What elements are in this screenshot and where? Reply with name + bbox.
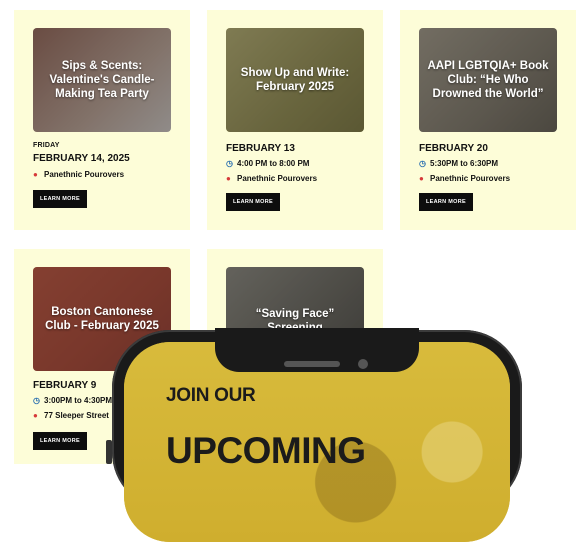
map-pin-icon: ● (33, 411, 38, 420)
phone-speaker (284, 361, 340, 367)
learn-more-button[interactable]: LEARN MORE (33, 190, 87, 208)
event-thumbnail[interactable]: Sips & Scents: Valentine's Candle-Making… (33, 28, 171, 132)
event-time: ◷ 5:30PM to 6:30PM (419, 159, 498, 168)
map-pin-icon: ● (226, 174, 231, 183)
learn-more-button[interactable]: LEARN MORE (419, 193, 473, 211)
event-location: ● Panethnic Pourovers (226, 174, 317, 183)
event-location-text: Panethnic Pourovers (237, 174, 318, 183)
event-day: FRIDAY (33, 142, 60, 149)
event-date: FEBRUARY 20 (419, 143, 488, 154)
clock-icon: ◷ (33, 396, 40, 405)
event-card: AAPI LGBTQIA+ Book Club: “He Who Drowned… (400, 10, 576, 230)
event-location-text: Panethnic Pourovers (430, 174, 511, 183)
event-time-text: 4:00 PM to 8:00 PM (237, 159, 310, 168)
learn-more-button[interactable]: LEARN MORE (226, 193, 280, 211)
map-pin-icon: ● (33, 170, 38, 179)
event-card: Show Up and Write: February 2025 FEBRUAR… (207, 10, 383, 230)
event-time: ◷ 3:00PM to 4:30PM (33, 396, 112, 405)
event-time: ◷ 4:00 PM to 8:00 PM (226, 159, 309, 168)
event-location-text: 77 Sleeper Street (44, 411, 109, 420)
event-time-text: 3:00PM to 4:30PM (44, 396, 113, 405)
event-thumbnail-title: Sips & Scents: Valentine's Candle-Making… (49, 60, 155, 100)
event-thumbnail[interactable]: Show Up and Write: February 2025 (226, 28, 364, 132)
event-card: Sips & Scents: Valentine's Candle-Making… (14, 10, 190, 230)
promo-heading-small: JOIN OUR (166, 385, 256, 406)
event-location: ● Panethnic Pourovers (33, 170, 124, 179)
event-location: ● Panethnic Pourovers (419, 174, 510, 183)
event-thumbnail-title: Show Up and Write: February 2025 (240, 67, 350, 93)
learn-more-button[interactable]: LEARN MORE (33, 432, 87, 450)
promo-heading-large: UPCOMING (166, 430, 366, 471)
phone-screen: JOIN OUR UPCOMING (124, 342, 510, 542)
event-date: FEBRUARY 14, 2025 (33, 153, 130, 164)
event-thumbnail[interactable]: AAPI LGBTQIA+ Book Club: “He Who Drowned… (419, 28, 557, 132)
event-time-text: 5:30PM to 6:30PM (430, 159, 499, 168)
phone-mockup: JOIN OUR UPCOMING (112, 328, 522, 542)
event-date: FEBRUARY 9 (33, 380, 97, 391)
event-thumbnail-title: AAPI LGBTQIA+ Book Club: “He Who Drowned… (427, 60, 549, 100)
map-pin-icon: ● (419, 174, 424, 183)
clock-icon: ◷ (419, 159, 426, 168)
event-location-text: Panethnic Pourovers (44, 170, 125, 179)
clock-icon: ◷ (226, 159, 233, 168)
event-date: FEBRUARY 13 (226, 143, 295, 154)
phone-camera (358, 359, 368, 369)
event-location: ● 77 Sleeper Street (33, 411, 109, 420)
